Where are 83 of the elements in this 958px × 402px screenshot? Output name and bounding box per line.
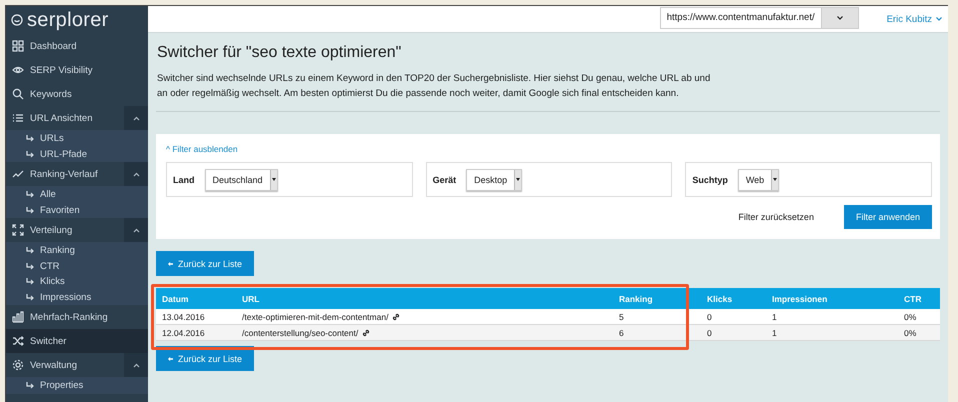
return-arrow-icon (26, 150, 34, 158)
filter-label: Land (173, 174, 194, 184)
grid-icon (12, 40, 24, 52)
sidebar-subitem[interactable]: Favoriten (6, 202, 148, 218)
sidebar-item[interactable]: Dashboard (6, 34, 148, 58)
table-cell: 12.04.2016 (156, 325, 236, 341)
chevron-down-icon (936, 17, 942, 21)
sidebar-subitem[interactable]: Ranking (6, 243, 148, 258)
line-chart-icon (12, 168, 24, 180)
filter-label: Gerät (432, 174, 456, 184)
table-cell: 13.04.2016 (156, 309, 236, 325)
return-arrow-icon (26, 278, 34, 286)
return-arrow-icon (26, 262, 34, 270)
sidebar-subitem[interactable]: URL-Pfade (6, 146, 148, 162)
return-arrow-icon (26, 191, 34, 198)
sidebar-item[interactable]: Keywords (6, 82, 148, 106)
table-cell: 5 (613, 309, 701, 325)
sidebar-item[interactable]: Mehrfach-Ranking (6, 305, 148, 329)
column-header: Impressionen (766, 288, 898, 309)
filter-label: Suchtyp (692, 174, 728, 184)
filter-select[interactable]: Deutschland (204, 168, 278, 190)
return-arrow-icon (26, 382, 34, 390)
back-button[interactable]: Zurück zur Liste (156, 251, 254, 276)
caret-up-icon[interactable] (132, 116, 140, 120)
sidebar-subitem[interactable]: Alle (6, 187, 148, 202)
sidebar-subitem[interactable]: URLs (6, 131, 148, 146)
site-select[interactable]: https://www.contentmanufaktur.net/ (660, 6, 859, 28)
arrows-icon (12, 224, 24, 236)
column-header: Datum (156, 288, 236, 309)
logo-icon (11, 14, 23, 26)
arrow-left-icon (168, 260, 173, 266)
sidebar-item[interactable]: Switcher (6, 329, 148, 353)
app-logo[interactable]: serplorer (27, 8, 109, 32)
url-text: /texte-optimieren-mit-dem-contentman/ (242, 312, 388, 322)
triangle-down-icon (272, 178, 276, 181)
sidebar-subitem[interactable]: Klicks (6, 274, 148, 290)
link-icon[interactable] (362, 328, 370, 336)
reset-filter-link[interactable]: Filter zurücksetzen (738, 212, 814, 222)
table-cell: 0 (701, 309, 766, 325)
bar-chart-icon (12, 311, 24, 323)
sidebar-item[interactable]: Verwaltung (6, 353, 148, 377)
user-menu[interactable]: Eric Kubitz (886, 14, 942, 24)
sidebar-subitem[interactable]: CTR (6, 258, 148, 274)
filter-toggle-link[interactable]: ^ Filter ausblenden (166, 144, 238, 154)
page-title: Switcher für "seo texte optimieren" (157, 44, 402, 62)
filter-select[interactable]: Web (738, 168, 780, 190)
caret-up-icon[interactable] (132, 172, 140, 176)
return-arrow-icon (26, 247, 34, 254)
column-header: URL (236, 288, 613, 309)
arrow-left-icon (168, 356, 173, 362)
search-icon (12, 88, 24, 100)
table-cell: 0% (898, 309, 940, 325)
triangle-down-icon (773, 178, 778, 181)
caret-up-icon[interactable] (132, 362, 140, 368)
return-arrow-icon (26, 294, 34, 301)
settings-icon (12, 359, 24, 371)
table-cell: 6 (613, 325, 701, 341)
url-text: /contenterstellung/seo-content/ (242, 328, 358, 338)
column-header: CTR (898, 288, 940, 309)
sidebar-item[interactable]: Verteilung (6, 218, 148, 242)
return-arrow-icon (26, 206, 34, 214)
shuffle-icon (12, 335, 24, 347)
page-description: Switcher sind wechselnde URLs zu einem Keyword in den TOP20 der Suchergebnisliste. Hier siehst Du genau, welche URL ab und an oder regelmäßig wechselt. Am besten optimierst Du die passende noch weiter, damit Google sich final entscheiden kann. (157, 72, 712, 101)
column-header: Klicks (701, 288, 766, 309)
filter-select[interactable]: Desktop (466, 168, 522, 190)
triangle-down-icon (516, 178, 520, 181)
table-cell: 0% (898, 325, 940, 341)
eye-icon (12, 64, 24, 76)
list-icon (12, 112, 24, 124)
table-cell: 1 (766, 325, 898, 341)
column-header: Ranking (613, 288, 701, 309)
link-icon[interactable] (392, 312, 400, 320)
sidebar-item[interactable]: Ranking-Verlauf (6, 162, 148, 186)
apply-filter-button[interactable]: Filter anwenden (844, 205, 932, 229)
caret-up-icon[interactable] (132, 228, 140, 232)
chevron-down-icon (836, 16, 843, 20)
sidebar-item[interactable]: SERP Visibility (6, 58, 148, 82)
return-arrow-icon (26, 135, 34, 142)
sidebar-subitem[interactable]: Impressions (6, 290, 148, 305)
table-cell: 1 (766, 309, 898, 325)
sidebar-subitem[interactable]: Properties (6, 378, 148, 394)
sidebar-item[interactable]: URL Ansichten (6, 106, 148, 130)
table-cell: 0 (701, 325, 766, 341)
